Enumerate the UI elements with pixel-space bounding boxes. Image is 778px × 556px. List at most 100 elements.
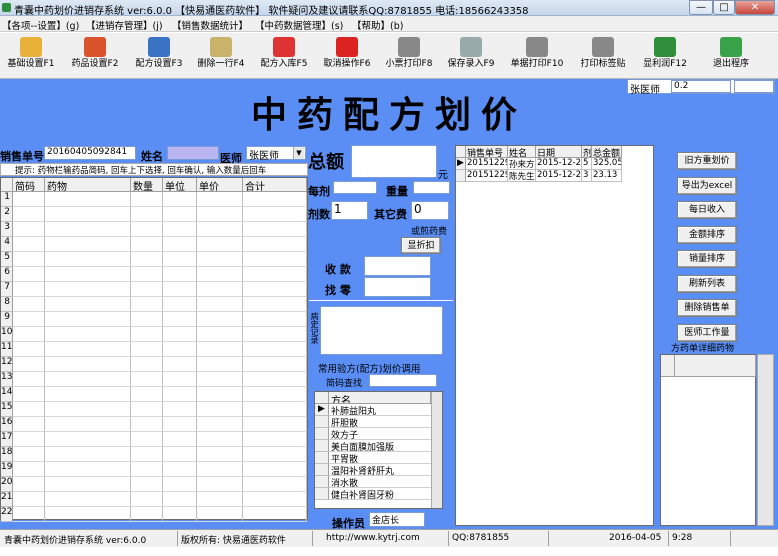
- grid-cell[interactable]: [131, 462, 163, 477]
- grid-cell[interactable]: [45, 387, 131, 402]
- grid-cell[interactable]: [13, 342, 45, 357]
- action-button[interactable]: 每日收入: [677, 201, 737, 219]
- grid-cell[interactable]: [163, 402, 197, 417]
- sales-cell[interactable]: 2015-12-29: [536, 170, 582, 182]
- quick-search-input[interactable]: [369, 374, 437, 387]
- sales-cell[interactable]: 20151229235: [466, 170, 508, 182]
- grid-cell[interactable]: [243, 402, 307, 417]
- grid-cell[interactable]: [131, 207, 163, 222]
- action-button[interactable]: 销量排序: [677, 250, 737, 268]
- weight-field[interactable]: [413, 181, 450, 194]
- grid-cell[interactable]: [45, 477, 131, 492]
- grid-cell[interactable]: [13, 492, 45, 507]
- prescription-item[interactable]: 美白面膜加强版: [329, 440, 431, 452]
- grid-cell[interactable]: [45, 312, 131, 327]
- grid-cell[interactable]: [197, 237, 243, 252]
- medicine-grid[interactable]: 简码 药物 数量 单位 单价 合计 1 2 3 4 5 6 7 8 9 10 11 12 13 14 15 16 17 18 1…: [0, 177, 308, 522]
- prescription-list[interactable]: 方名 ▶ 补肺益阳丸 肝胆散 效方子 美白面膜加强版 平胃散 温阳补肾舒肝丸 消水散 健白补肾固牙…: [314, 391, 443, 509]
- grid-cell[interactable]: [243, 417, 307, 432]
- grid-cell[interactable]: [45, 447, 131, 462]
- menu-help[interactable]: 【帮助】(b): [352, 18, 403, 32]
- grid-cell[interactable]: [243, 432, 307, 447]
- grid-cell[interactable]: [13, 477, 45, 492]
- grid-cell[interactable]: [131, 297, 163, 312]
- grid-cell[interactable]: [197, 462, 243, 477]
- grid-cell[interactable]: [45, 207, 131, 222]
- grid-cell[interactable]: [243, 477, 307, 492]
- menu-inventory[interactable]: 【进销存管理】(j): [86, 18, 163, 32]
- grid-cell[interactable]: [197, 222, 243, 237]
- grid-cell[interactable]: [197, 267, 243, 282]
- per-dose-field[interactable]: [333, 181, 377, 194]
- grid-cell[interactable]: [131, 417, 163, 432]
- sales-cell[interactable]: 20151229235: [466, 158, 508, 170]
- grid-cell[interactable]: [45, 432, 131, 447]
- receive-field[interactable]: [364, 256, 431, 276]
- action-button[interactable]: 刷新列表: [677, 274, 737, 293]
- grid-cell[interactable]: [163, 192, 197, 207]
- minimize-button[interactable]: —: [689, 0, 713, 15]
- grid-cell[interactable]: [13, 282, 45, 297]
- prescription-item[interactable]: 健白补肾固牙粉: [329, 488, 431, 500]
- toolbar-button-4[interactable]: 删除一行F4: [190, 35, 252, 77]
- grid-cell[interactable]: [197, 417, 243, 432]
- grid-cell[interactable]: [163, 417, 197, 432]
- grid-cell[interactable]: [197, 492, 243, 507]
- discount-button[interactable]: 显折扣: [401, 237, 441, 254]
- grid-cell[interactable]: [243, 492, 307, 507]
- menu-settings[interactable]: 【各项--设置】(g): [2, 18, 79, 32]
- action-button[interactable]: 金额排序: [677, 225, 737, 244]
- grid-cell[interactable]: [163, 387, 197, 402]
- grid-cell[interactable]: [131, 327, 163, 342]
- menu-herb-data[interactable]: 【中药数据管理】(s): [255, 18, 343, 32]
- grid-cell[interactable]: [197, 312, 243, 327]
- grid-cell[interactable]: [13, 252, 45, 267]
- detail-scrollbar[interactable]: [757, 354, 774, 526]
- grid-cell[interactable]: [163, 492, 197, 507]
- toolbar-button-1[interactable]: 基础设置F1: [0, 35, 62, 77]
- grid-cell[interactable]: [243, 222, 307, 237]
- toolbar-button-9[interactable]: 单据打印F10: [506, 35, 568, 77]
- grid-cell[interactable]: [197, 297, 243, 312]
- name-field[interactable]: [167, 146, 219, 160]
- grid-cell[interactable]: [197, 207, 243, 222]
- grid-cell[interactable]: [45, 267, 131, 282]
- sales-cell[interactable]: 陈先生: [508, 170, 536, 182]
- doctor-select[interactable]: 张医师 ▼: [246, 146, 306, 162]
- grid-cell[interactable]: [45, 462, 131, 477]
- grid-cell[interactable]: [13, 192, 45, 207]
- grid-cell[interactable]: [243, 297, 307, 312]
- grid-cell[interactable]: [45, 417, 131, 432]
- grid-cell[interactable]: [13, 432, 45, 447]
- detail-grid[interactable]: [660, 354, 756, 526]
- grid-cell[interactable]: [45, 252, 131, 267]
- prescription-item[interactable]: 效方子: [329, 428, 431, 440]
- grid-cell[interactable]: [163, 342, 197, 357]
- operator-field[interactable]: 金店长: [369, 512, 425, 527]
- grid-cell[interactable]: [13, 267, 45, 282]
- other-fee-field[interactable]: 0: [411, 201, 449, 220]
- grid-cell[interactable]: [13, 312, 45, 327]
- maximize-button[interactable]: □: [713, 0, 735, 15]
- grid-cell[interactable]: [45, 357, 131, 372]
- status-url[interactable]: http://www.kytrj.com: [326, 533, 420, 543]
- grid-cell[interactable]: [243, 327, 307, 342]
- grid-cell[interactable]: [131, 192, 163, 207]
- grid-cell[interactable]: [163, 282, 197, 297]
- grid-cell[interactable]: [197, 447, 243, 462]
- grid-cell[interactable]: [163, 372, 197, 387]
- grid-cell[interactable]: [243, 372, 307, 387]
- grid-cell[interactable]: [131, 492, 163, 507]
- toolbar-button-7[interactable]: 小票打印F8: [378, 35, 440, 77]
- action-button[interactable]: 医师工作量: [677, 323, 737, 342]
- toolbar-button-10[interactable]: 打印标签贴: [572, 35, 634, 77]
- grid-cell[interactable]: [131, 477, 163, 492]
- grid-cell[interactable]: [13, 207, 45, 222]
- grid-cell[interactable]: [13, 462, 45, 477]
- grid-cell[interactable]: [45, 507, 131, 522]
- grid-cell[interactable]: [131, 237, 163, 252]
- grid-cell[interactable]: [163, 462, 197, 477]
- grid-cell[interactable]: [163, 327, 197, 342]
- grid-cell[interactable]: [13, 387, 45, 402]
- grid-cell[interactable]: [243, 462, 307, 477]
